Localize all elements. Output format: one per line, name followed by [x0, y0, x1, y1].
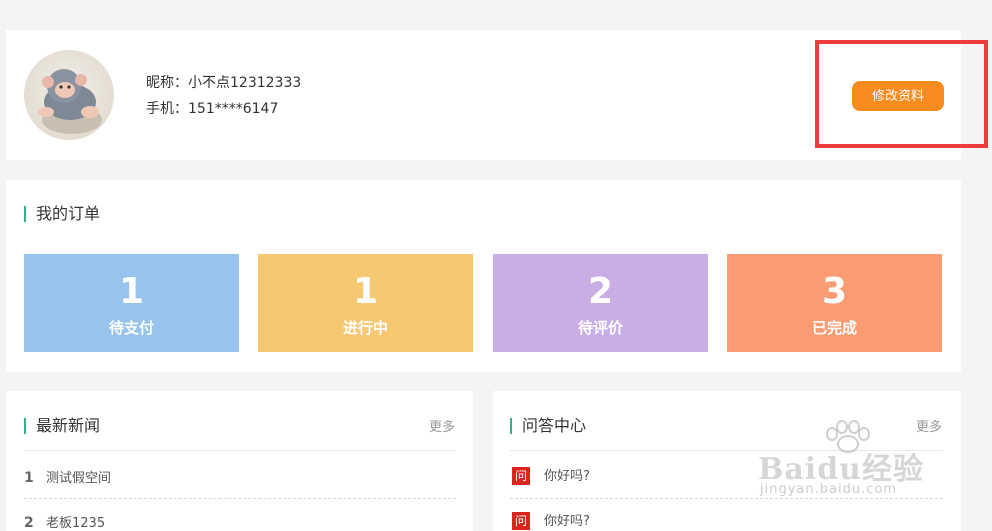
order-tile-pending-review[interactable]: 2 待评价	[493, 254, 708, 352]
nickname-row: 昵称：小不点12312333	[146, 70, 301, 96]
news-card: 最新新闻 更多 1 测试假空间 2 老板1235	[6, 391, 473, 531]
news-index: 1	[24, 470, 34, 486]
news-more-link[interactable]: 更多	[429, 416, 455, 435]
orders-title: 我的订单	[24, 206, 100, 222]
news-item[interactable]: 1 测试假空间	[24, 467, 111, 486]
profile-card: 昵称：小不点12312333 手机：151****6147 修改资料	[6, 30, 961, 160]
edit-profile-button[interactable]: 修改资料	[852, 81, 944, 111]
order-label: 进行中	[342, 319, 388, 337]
question-badge: 问	[512, 467, 530, 485]
order-label: 已完成	[811, 319, 857, 337]
avatar[interactable]	[24, 50, 114, 140]
nickname-value: 小不点12312333	[188, 75, 302, 91]
qa-item[interactable]: 问你好吗?	[512, 465, 590, 485]
order-count: 1	[118, 271, 145, 312]
question-badge: 问	[512, 512, 530, 530]
order-tile-completed[interactable]: 3 已完成	[727, 254, 942, 352]
news-text: 老板1235	[46, 516, 106, 531]
phone-value: 151****6147	[188, 101, 279, 117]
order-tile-in-progress[interactable]: 1 进行中	[258, 254, 473, 352]
orders-card: 我的订单 1 待支付 1 进行中 2 待评价 3 已完成	[6, 180, 961, 372]
divider	[510, 498, 943, 499]
qa-more-link[interactable]: 更多	[916, 416, 942, 435]
profile-info: 昵称：小不点12312333 手机：151****6147	[146, 70, 301, 122]
order-tile-pending-payment[interactable]: 1 待支付	[24, 254, 239, 352]
news-text: 测试假空间	[46, 471, 112, 486]
divider	[24, 498, 456, 499]
qa-text: 你好吗?	[544, 514, 590, 529]
news-title: 最新新闻	[24, 418, 100, 434]
news-item[interactable]: 2 老板1235	[24, 512, 105, 531]
qa-text: 你好吗?	[544, 469, 590, 484]
order-label: 待评价	[577, 319, 623, 337]
monkey-plush-icon	[38, 69, 102, 134]
qa-item[interactable]: 问你好吗?	[512, 510, 590, 530]
divider	[24, 450, 456, 451]
phone-label: 手机：	[146, 101, 188, 117]
order-count: 2	[587, 271, 614, 312]
order-count: 1	[352, 271, 379, 312]
qa-card: 问答中心 更多 问你好吗? 问你好吗?	[493, 391, 961, 531]
phone-row: 手机：151****6147	[146, 96, 301, 122]
nickname-label: 昵称：	[146, 75, 188, 91]
news-index: 2	[24, 515, 34, 531]
order-count: 3	[821, 271, 848, 312]
divider	[510, 450, 943, 451]
qa-title: 问答中心	[510, 418, 586, 434]
order-label: 待支付	[108, 319, 154, 337]
